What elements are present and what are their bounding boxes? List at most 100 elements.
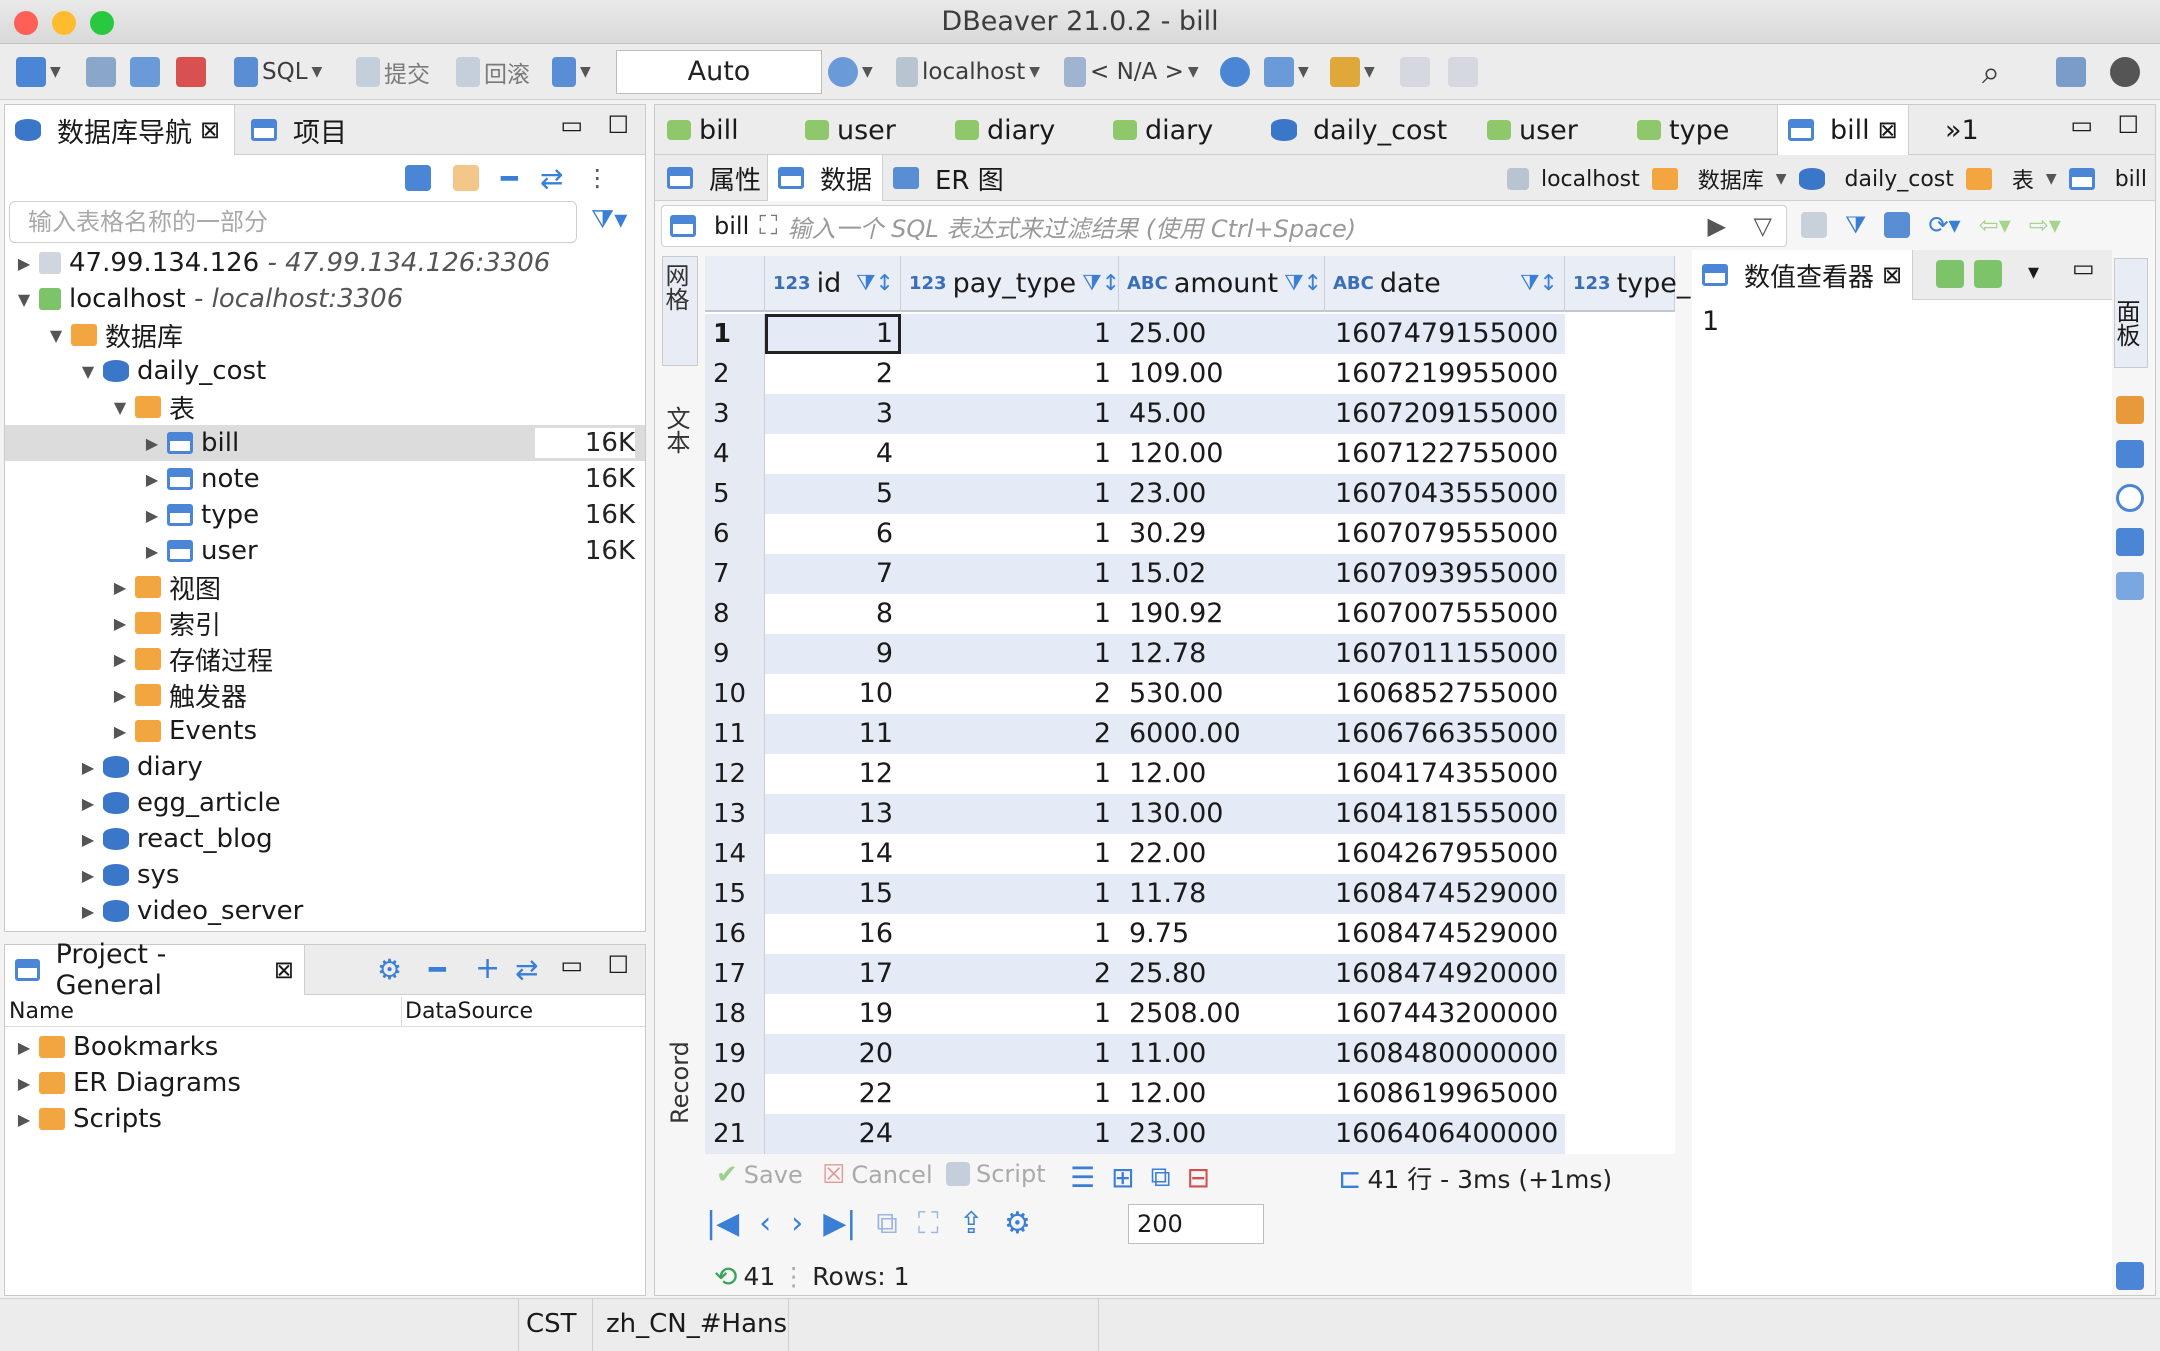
header-date[interactable]: ABC date ⧩↕: [1325, 256, 1565, 312]
header-id[interactable]: 123 id ⧩↕: [765, 256, 901, 312]
table-cell[interactable]: 15.02: [1119, 554, 1325, 594]
table-cell[interactable]: [1565, 1074, 1675, 1114]
collapse-all-icon[interactable]: ━: [429, 953, 446, 986]
expand-icon[interactable]: ▶: [15, 1074, 33, 1093]
table-cell[interactable]: [1565, 394, 1675, 434]
grid-panel-icon[interactable]: [2116, 440, 2144, 468]
search-icon[interactable]: ⌕: [1982, 50, 2000, 94]
minimize-icon[interactable]: ▭: [560, 111, 583, 139]
tab-project-general[interactable]: Project - General ⊠: [5, 939, 305, 1001]
filter-history-icon[interactable]: ▽: [1754, 212, 1772, 240]
tree-node-table-note[interactable]: ▶ note 16K: [143, 461, 645, 497]
table-cell[interactable]: 23.00: [1119, 474, 1325, 514]
perspective-icon[interactable]: [2056, 57, 2086, 87]
expand-icon[interactable]: ▶: [79, 830, 97, 849]
tree-node-db-diary[interactable]: ▶ diary: [79, 749, 203, 785]
expand-icon[interactable]: ▶: [79, 758, 97, 777]
breadcrumb-tables[interactable]: 表: [2012, 163, 2034, 195]
tree-node-db-video-server[interactable]: ▶ video_server: [79, 893, 303, 929]
tree-node-daily-cost[interactable]: ▼ daily_cost: [79, 353, 266, 389]
grouping-icon[interactable]: [2116, 572, 2144, 600]
table-cell[interactable]: 1607209155000: [1325, 394, 1565, 434]
tab-editor-diary-2[interactable]: diary: [1103, 105, 1223, 155]
reconnect-icon[interactable]: [130, 57, 160, 87]
tree-node-db-egg-article[interactable]: ▶ egg_article: [79, 785, 281, 821]
tab-editor-bill[interactable]: bill: [657, 105, 749, 155]
forward-icon[interactable]: ⇨▾: [2029, 211, 2061, 239]
table-cell[interactable]: [1565, 754, 1675, 794]
expand-icon[interactable]: ▶: [111, 614, 129, 633]
table-cell[interactable]: 1608619965000: [1325, 1074, 1565, 1114]
table-cell[interactable]: 1: [901, 1034, 1119, 1074]
table-cell[interactable]: [1565, 874, 1675, 914]
table-cell[interactable]: 12.00: [1119, 1074, 1325, 1114]
tree-node-db-react-blog[interactable]: ▶ react_blog: [79, 821, 273, 857]
expand-icon[interactable]: ▶: [111, 650, 129, 669]
table-cell[interactable]: 14: [765, 834, 901, 874]
expand-icon[interactable]: ▶: [15, 254, 33, 273]
table-cell[interactable]: 25.00: [1119, 314, 1325, 354]
table-cell[interactable]: 1: [901, 394, 1119, 434]
filter-icon[interactable]: ⧩▾: [591, 205, 627, 236]
table-cell[interactable]: 2: [765, 354, 901, 394]
first-page-icon[interactable]: |◀: [706, 1206, 739, 1241]
disconnect-icon[interactable]: [176, 57, 206, 87]
tree-node-triggers[interactable]: ▶ 触发器: [111, 677, 247, 713]
table-cell[interactable]: 6: [765, 514, 901, 554]
table-cell[interactable]: 1606852755000: [1325, 674, 1565, 714]
table-cell[interactable]: 190.92: [1119, 594, 1325, 634]
link-editor-icon[interactable]: ⇄: [540, 162, 563, 195]
fetch-all-icon[interactable]: ⛶: [918, 1206, 939, 1241]
table-cell[interactable]: 1607007555000: [1325, 594, 1565, 634]
table-cell[interactable]: 13: [765, 794, 901, 834]
table-cell[interactable]: 120.00: [1119, 434, 1325, 474]
edit-row-icon[interactable]: ☰: [1070, 1161, 1095, 1194]
table-cell[interactable]: 1607122755000: [1325, 434, 1565, 474]
table-cell[interactable]: 2: [901, 674, 1119, 714]
expand-icon[interactable]: ▶: [143, 542, 161, 561]
table-row[interactable]: 20 22 1 12.00 1608619965000: [705, 1074, 1675, 1114]
maximize-icon[interactable]: ☐: [607, 951, 629, 979]
table-cell[interactable]: 1: [901, 474, 1119, 514]
auto-commit-box[interactable]: Auto: [616, 50, 822, 94]
side-tab-record[interactable]: Record: [662, 1010, 698, 1130]
new-folder-icon[interactable]: [453, 165, 479, 191]
tree-node-procedures[interactable]: ▶ 存储过程: [111, 641, 273, 677]
cancel-button[interactable]: ☒ Cancel: [822, 1160, 933, 1190]
tools-icon[interactable]: [1264, 57, 1294, 87]
table-cell[interactable]: 1: [901, 994, 1119, 1034]
side-tab-panels[interactable]: 面板: [2112, 258, 2148, 368]
table-row[interactable]: 3 3 1 45.00 1607209155000: [705, 394, 1675, 434]
table-row[interactable]: 11 11 2 6000.00 1606766355000: [705, 714, 1675, 754]
value-viewer-content[interactable]: 1: [1702, 306, 1719, 337]
previous-page-icon[interactable]: ‹: [759, 1206, 771, 1241]
table-cell[interactable]: 45.00: [1119, 394, 1325, 434]
filter-sort-icon[interactable]: ⧩↕: [1520, 271, 1558, 296]
collapse-icon[interactable]: ▼: [111, 398, 129, 417]
script-button[interactable]: Script: [946, 1160, 1046, 1188]
table-cell[interactable]: 1: [901, 874, 1119, 914]
tree-node-table-user[interactable]: ▶ user 16K: [143, 533, 645, 569]
table-row[interactable]: 2 2 1 109.00 1607219955000: [705, 354, 1675, 394]
table-cell[interactable]: [1565, 994, 1675, 1034]
filter-sort-icon[interactable]: ⧩↕: [1284, 271, 1322, 296]
table-row[interactable]: 8 8 1 190.92 1607007555000: [705, 594, 1675, 634]
minimize-window-button[interactable]: [52, 11, 76, 35]
minimize-icon[interactable]: ▭: [2072, 254, 2095, 282]
table-cell[interactable]: [1565, 954, 1675, 994]
collapse-icon[interactable]: ▼: [47, 326, 65, 345]
table-cell[interactable]: 1: [901, 834, 1119, 874]
tree-node-db-sys[interactable]: ▶ sys: [79, 857, 180, 893]
filter-sort-icon[interactable]: ⧩↕: [1082, 271, 1120, 296]
table-row[interactable]: 1 1 1 25.00 1607479155000: [705, 314, 1675, 354]
table-cell[interactable]: 19: [765, 994, 901, 1034]
breadcrumb-databases[interactable]: 数据库: [1698, 163, 1764, 195]
fetch-next-icon[interactable]: ⧉: [876, 1206, 897, 1241]
table-cell[interactable]: [1565, 1114, 1675, 1154]
table-cell[interactable]: 2: [901, 714, 1119, 754]
table-cell[interactable]: 11.78: [1119, 874, 1325, 914]
tree-node-indexes[interactable]: ▶ 索引: [111, 605, 221, 641]
table-row[interactable]: 21 24 1 23.00 1606406400000: [705, 1114, 1675, 1154]
table-row[interactable]: 12 12 1 12.00 1604174355000: [705, 754, 1675, 794]
table-row[interactable]: 5 5 1 23.00 1607043555000: [705, 474, 1675, 514]
